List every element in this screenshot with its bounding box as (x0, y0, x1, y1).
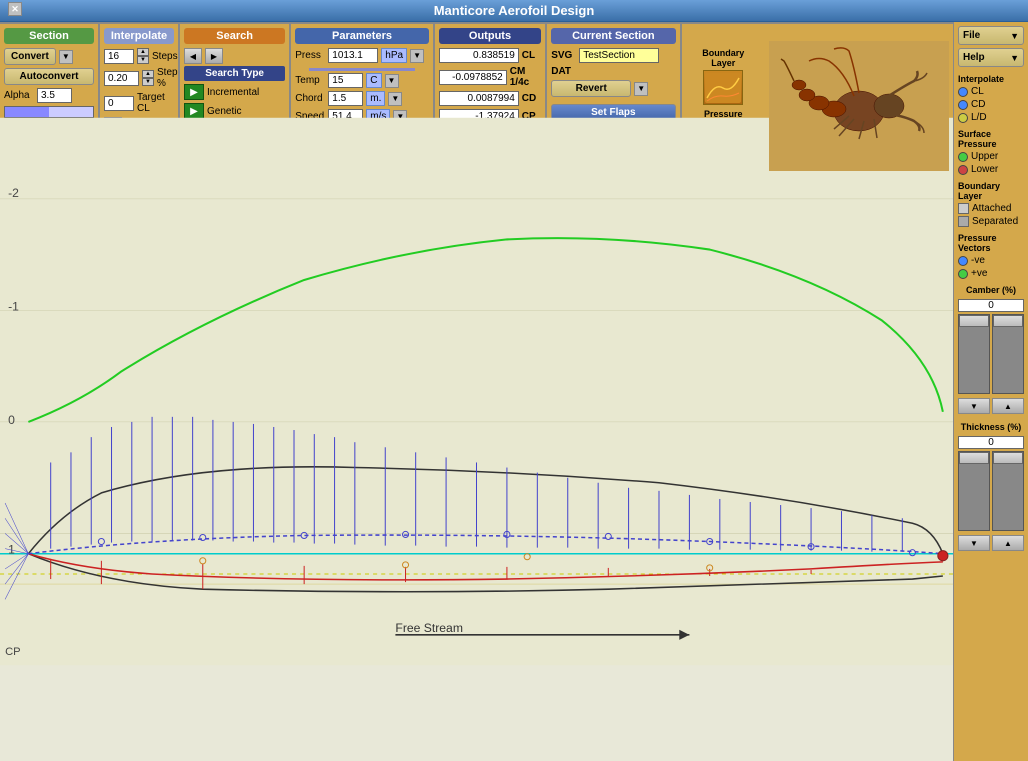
thickness-label: Thickness (%) (958, 422, 1024, 432)
title-bar: ✕ Manticore Aerofoil Design (0, 0, 1028, 22)
camber-slider-track[interactable] (958, 314, 990, 394)
camber-down-button[interactable]: ▼ (958, 398, 990, 414)
camber-input[interactable] (958, 299, 1024, 312)
separated-checkbox[interactable] (958, 216, 969, 227)
svg-text:Free Stream: Free Stream (395, 621, 463, 635)
right-panel: File ▼ Help ▼ Interpolate CL CD L/D Surf… (953, 22, 1028, 761)
file-menu-arrow: ▼ (1010, 31, 1019, 41)
lower-radio[interactable] (958, 165, 968, 175)
help-menu-button[interactable]: Help ▼ (958, 48, 1024, 67)
thickness-down-button[interactable]: ▼ (958, 535, 990, 551)
camber-label: Camber (%) (958, 285, 1024, 295)
surface-pressure-label: Surface Pressure (958, 129, 1024, 149)
cd-radio[interactable] (958, 100, 968, 110)
neg-ve-label: -ve (971, 255, 985, 266)
help-label: Help (963, 52, 985, 63)
svg-text:0: 0 (8, 413, 15, 427)
interpolate-section-label: Interpolate (958, 74, 1024, 84)
cd-radio-label: CD (971, 99, 985, 110)
svg-text:-1: -1 (8, 299, 19, 313)
ld-radio[interactable] (958, 113, 968, 123)
camber-up-button[interactable]: ▲ (992, 398, 1024, 414)
app-title: Manticore Aerofoil Design (434, 3, 595, 18)
creature-image (769, 41, 949, 171)
thickness-up-button[interactable]: ▲ (992, 535, 1024, 551)
upper-label: Upper (971, 151, 998, 162)
boundary-layer-section-label: Boundary Layer (958, 181, 1024, 201)
svg-text:CP: CP (5, 646, 20, 658)
separated-label: Separated (972, 216, 1018, 227)
svg-text:-2: -2 (8, 186, 19, 200)
file-menu-button[interactable]: File ▼ (958, 26, 1024, 45)
upper-radio[interactable] (958, 152, 968, 162)
neg-ve-radio[interactable] (958, 256, 968, 266)
ld-radio-label: L/D (971, 112, 987, 123)
pressure-vectors-label: Pressure Vectors (958, 233, 1024, 253)
pos-ve-label: +ve (971, 268, 987, 279)
camber-slider-track2[interactable] (992, 314, 1024, 394)
close-button[interactable]: ✕ (8, 2, 22, 16)
attached-checkbox[interactable] (958, 203, 969, 214)
file-label: File (963, 30, 980, 41)
cl-radio[interactable] (958, 87, 968, 97)
thickness-slider-track2[interactable] (992, 451, 1024, 531)
thickness-input[interactable] (958, 436, 1024, 449)
thickness-slider-track[interactable] (958, 451, 990, 531)
pos-ve-radio[interactable] (958, 269, 968, 279)
cl-radio-label: CL (971, 86, 984, 97)
attached-label: Attached (972, 203, 1011, 214)
lower-label: Lower (971, 164, 998, 175)
canvas-area: -2 -1 0 1 (0, 22, 953, 761)
help-menu-arrow: ▼ (1010, 53, 1019, 63)
